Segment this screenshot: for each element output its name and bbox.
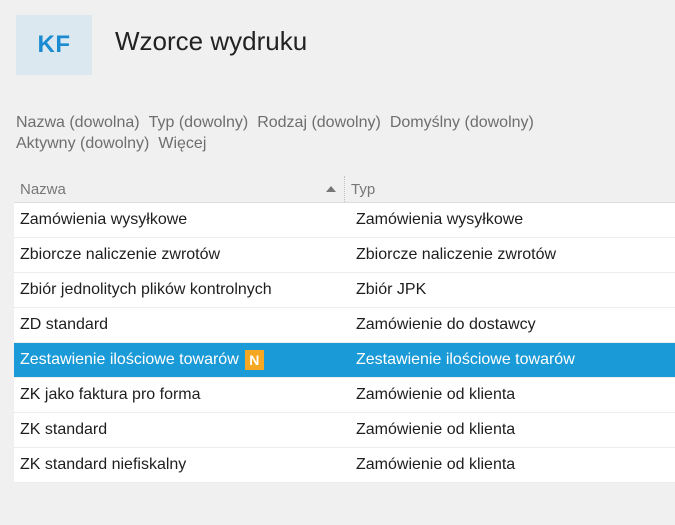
table-row[interactable]: ZD standard Zamówienie do dostawcy [14,308,675,343]
new-badge: N [244,350,264,370]
table-header: Nazwa Typ [14,176,675,203]
cell-name-text: Zestawienie ilościowe towarów [20,351,239,368]
cell-name: Zestawienie ilościowe towarów N [14,350,344,370]
sort-ascending-icon [326,186,336,192]
column-header-name[interactable]: Nazwa [14,181,344,198]
app-logo: KF [16,15,92,75]
table-row[interactable]: ZK standard niefiskalny Zamówienie od kl… [14,448,675,483]
cell-type: Zbiorcze naliczenie zwrotów [356,246,557,263]
cell-name: Zbiorcze naliczenie zwrotów [20,246,221,263]
templates-table: Nazwa Typ Zamówienia wysyłkowe Zamówieni… [14,176,675,483]
column-header-type[interactable]: Typ [344,176,675,202]
filter-more[interactable]: Więcej [158,133,206,154]
cell-name: ZK jako faktura pro forma [20,386,201,403]
cell-type: Zbiór JPK [356,281,427,298]
table-row-selected[interactable]: Zestawienie ilościowe towarów N Zestawie… [14,343,675,378]
table-row[interactable]: ZK jako faktura pro forma Zamówienie od … [14,378,675,413]
cell-name: Zamówienia wysyłkowe [20,211,188,228]
cell-name: ZD standard [20,316,109,333]
cell-type: Zamówienie od klienta [356,386,516,403]
table-row[interactable]: Zbiorcze naliczenie zwrotów Zbiorcze nal… [14,238,675,273]
cell-name: Zbiór jednolitych plików kontrolnych [20,281,272,298]
filter-type[interactable]: Typ (dowolny) [149,112,249,133]
cell-type: Zamówienie od klienta [356,456,516,473]
page-title: Wzorce wydruku [115,26,308,56]
filter-default[interactable]: Domyślny (dowolny) [390,112,534,133]
column-header-name-label: Nazwa [20,180,66,198]
table-row[interactable]: Zbiór jednolitych plików kontrolnych Zbi… [14,273,675,308]
filter-kind[interactable]: Rodzaj (dowolny) [257,112,381,133]
table-row[interactable]: Zamówienia wysyłkowe Zamówienia wysyłkow… [14,203,675,238]
cell-name: ZK standard [20,421,108,438]
filter-name[interactable]: Nazwa (dowolna) [16,112,140,133]
cell-type: Zamówienie do dostawcy [356,316,536,333]
cell-type: Zestawienie ilościowe towarów [356,351,575,368]
cell-name: ZK standard niefiskalny [20,456,187,473]
filter-active[interactable]: Aktywny (dowolny) [16,133,149,154]
cell-type: Zamówienie od klienta [356,421,516,438]
column-header-type-label: Typ [351,180,376,198]
table-row[interactable]: ZK standard Zamówienie od klienta [14,413,675,448]
cell-type: Zamówienia wysyłkowe [356,211,524,228]
filter-bar: Nazwa (dowolna) Typ (dowolny) Rodzaj (dowo… [16,112,671,154]
